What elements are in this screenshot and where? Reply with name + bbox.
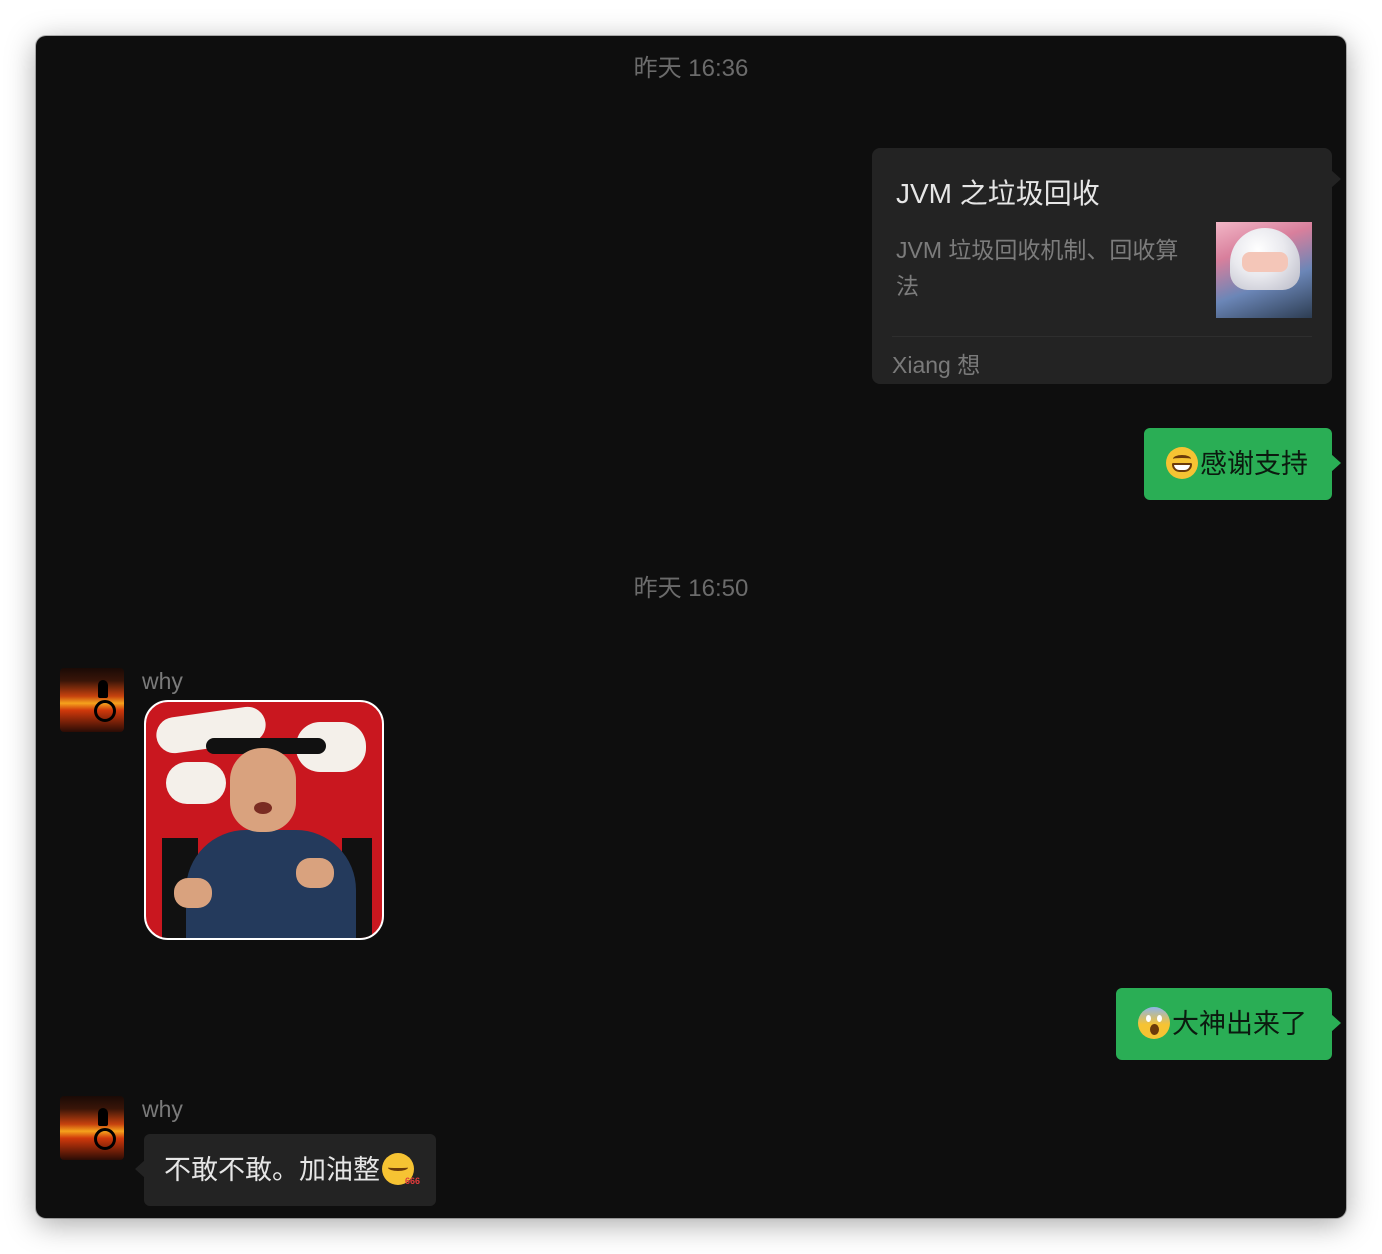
timestamp: 昨天 16:36 [633, 55, 749, 82]
sender-name: why [142, 668, 183, 694]
person-body [186, 830, 356, 938]
message-text: 感谢支持 [1200, 449, 1308, 479]
outgoing-message-bubble[interactable]: 大神出来了 [1116, 988, 1341, 1060]
face-shape [1242, 252, 1288, 272]
link-card-divider [892, 336, 1312, 337]
link-card-description: JVM 垃圾回收机制、回收算法 [896, 237, 1179, 299]
incoming-message-bubble[interactable]: 不敢不敢。加油整 [135, 1134, 436, 1217]
link-card-message[interactable]: JVM 之垃圾回收 JVM 垃圾回收机制、回收算法 Xiang 想 [872, 148, 1341, 384]
thinking-666-icon [382, 1145, 420, 1217]
person-hand [296, 858, 334, 888]
link-card-thumbnail [1216, 222, 1312, 318]
sticker-image[interactable] [144, 700, 384, 940]
avatar[interactable] [60, 1096, 124, 1160]
person-mouth [254, 802, 272, 814]
person-head [230, 748, 296, 832]
screaming-face-icon [1138, 1007, 1170, 1039]
chat-window: 昨天 16:36 JVM 之垃圾回收 JVM 垃圾回收机制、回收算法 Xiang… [36, 36, 1346, 1218]
avatar[interactable] [60, 668, 124, 732]
timestamp: 昨天 16:50 [633, 575, 749, 602]
link-card-title: JVM 之垃圾回收 [896, 178, 1100, 209]
wave-pattern [166, 762, 226, 804]
message-text: 不敢不敢。加油整 [164, 1155, 380, 1185]
link-card-source: Xiang 想 [892, 352, 981, 378]
person-hand [174, 878, 212, 908]
outgoing-message-bubble[interactable]: 感谢支持 [1144, 428, 1341, 500]
grinning-face-icon [1166, 447, 1198, 479]
sender-name: why [142, 1096, 183, 1122]
message-text: 大神出来了 [1172, 1009, 1307, 1039]
